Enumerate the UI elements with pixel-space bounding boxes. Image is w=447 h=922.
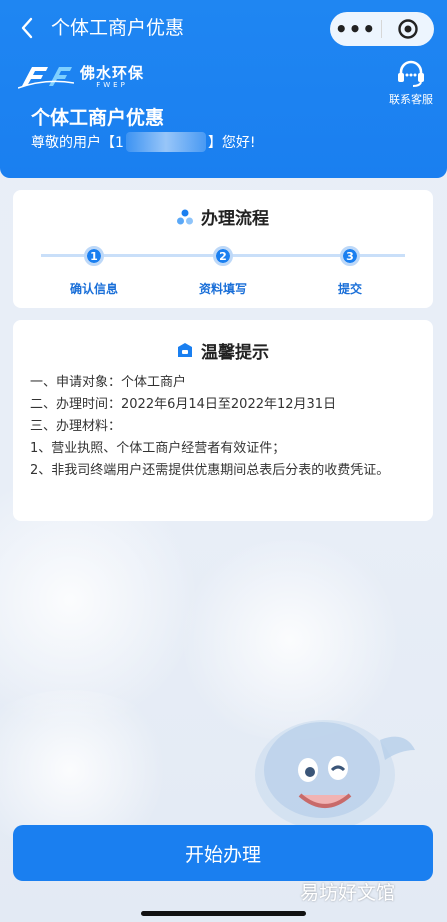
step-fill-form: 2 资料填写 xyxy=(183,246,263,297)
more-button[interactable]: ••• xyxy=(330,12,381,46)
process-card-header: 办理流程 xyxy=(13,190,433,229)
watermark-text: 易坊好文馆 xyxy=(300,882,396,904)
tips-content: 一、申请对象：个体工商户 二、办理时间：2022年6月14日至2022年12月3… xyxy=(13,366,433,482)
masked-phone-number xyxy=(125,132,206,152)
greeting-prefix: 尊敬的用户【1 xyxy=(31,135,124,151)
start-process-button[interactable]: 开始办理 xyxy=(13,825,433,881)
tips-title: 温馨提示 xyxy=(201,342,269,363)
user-greeting: 尊敬的用户【1 】您好! xyxy=(31,132,256,152)
target-close-icon xyxy=(397,19,418,39)
step-number: 3 xyxy=(340,246,360,266)
tips-line: 三、办理材料： xyxy=(30,419,122,434)
process-title: 办理流程 xyxy=(201,209,269,229)
back-button[interactable] xyxy=(14,14,40,42)
nav-title: 个体工商户优惠 xyxy=(51,17,185,39)
header-banner: 个体工商户优惠 ••• 佛水环保 FWEP 联系客服 个体工商户优惠 尊敬的用户… xyxy=(0,0,447,178)
tips-card-header: 温馨提示 xyxy=(13,320,433,366)
process-steps: 1 确认信息 2 资料填写 3 提交 xyxy=(0,246,420,306)
chevron-left-icon xyxy=(21,17,33,39)
step-number: 1 xyxy=(84,246,104,266)
step-number: 2 xyxy=(213,246,233,266)
close-miniprogram-button[interactable] xyxy=(382,12,433,46)
page-title: 个体工商户优惠 xyxy=(31,107,165,129)
contact-service-label: 联系客服 xyxy=(389,93,433,106)
tips-line: 1、营业执照、个体工商户经营者有效证件； xyxy=(30,441,286,456)
step-confirm-info: 1 确认信息 xyxy=(54,246,134,297)
home-shield-icon xyxy=(177,342,193,358)
tips-line: 一、申请对象：个体工商户 xyxy=(30,375,187,390)
tips-line: 2、非我司终端用户还需提供优惠期间总表后分表的收费凭证。 xyxy=(30,463,390,478)
contact-service-button[interactable]: 联系客服 xyxy=(386,60,436,110)
greeting-suffix: 】您好! xyxy=(207,135,256,151)
step-submit: 3 提交 xyxy=(310,246,390,297)
dolphin-mascot-icon xyxy=(255,720,415,830)
step-label: 确认信息 xyxy=(69,282,118,296)
headset-icon xyxy=(398,60,424,87)
home-indicator[interactable] xyxy=(141,911,306,916)
brand-logo: 佛水环保 FWEP xyxy=(18,62,148,92)
brand-name: 佛水环保 xyxy=(80,63,145,82)
tips-card: 温馨提示 一、申请对象：个体工商户 二、办理时间：2022年6月14日至2022… xyxy=(13,320,433,521)
fwep-logo-icon xyxy=(18,67,74,89)
triangle-nodes-icon xyxy=(177,209,193,225)
brand-name-en: FWEP xyxy=(96,80,128,89)
miniprogram-capsule: ••• xyxy=(330,12,434,46)
step-label: 资料填写 xyxy=(198,282,247,296)
step-label: 提交 xyxy=(337,282,362,296)
tips-line: 二、办理时间：2022年6月14日至2022年12月31日 xyxy=(30,397,337,412)
more-icon: ••• xyxy=(334,17,377,41)
